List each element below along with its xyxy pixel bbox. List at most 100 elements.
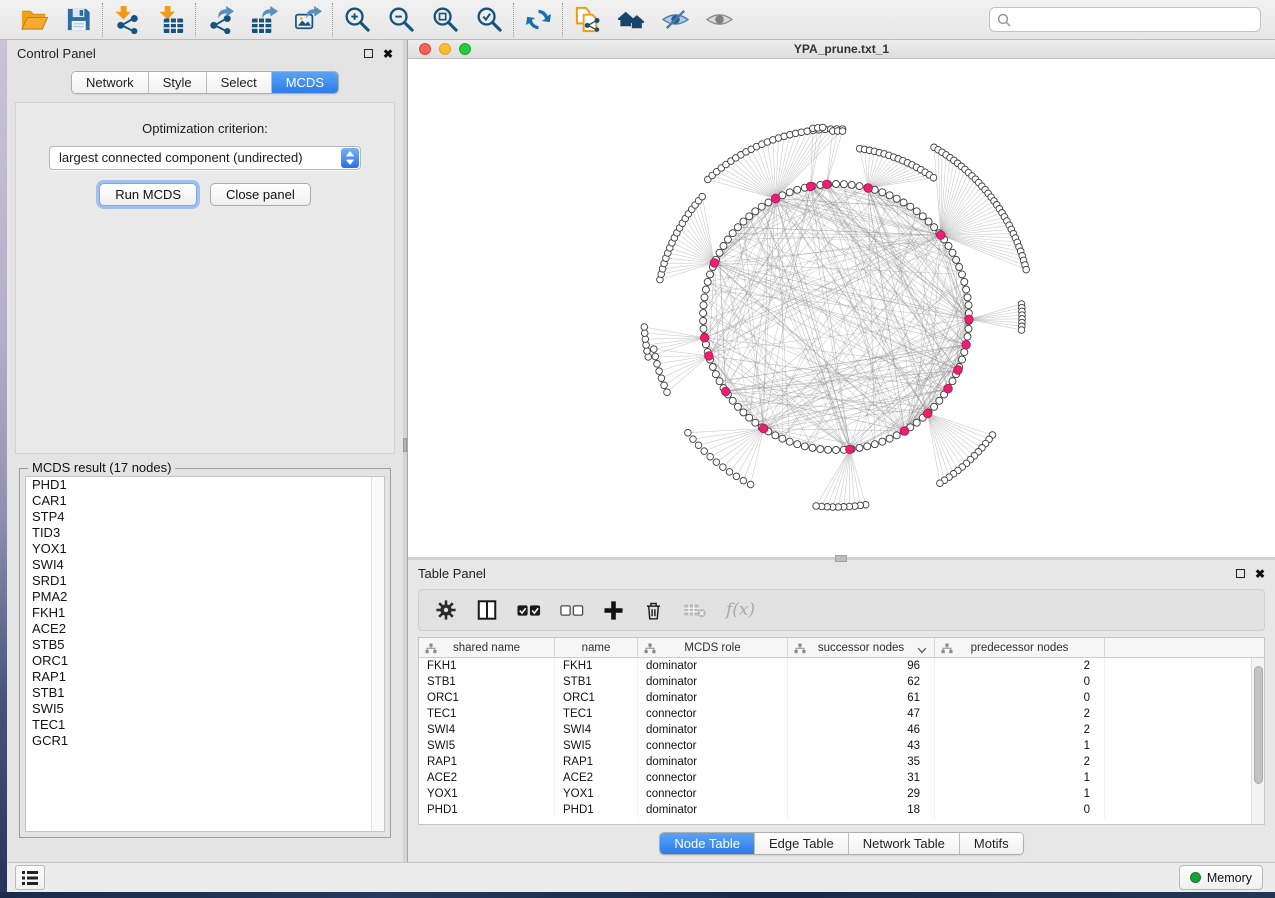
delete-icon[interactable] (643, 597, 664, 623)
mcds-result-item[interactable]: YOX1 (26, 541, 384, 557)
table-row[interactable]: STB1STB1dominator620 (419, 674, 1251, 690)
cell-name: TEC1 (555, 706, 638, 722)
show-all-icon[interactable] (704, 5, 734, 35)
zoom-selected-icon[interactable] (474, 5, 504, 35)
select-all-icon[interactable] (517, 597, 541, 623)
column-header-MCDS-role[interactable]: MCDS role (638, 638, 788, 658)
mcds-result-item[interactable]: ORC1 (26, 653, 384, 669)
run-mcds-button[interactable]: Run MCDS (99, 183, 197, 206)
export-network-icon[interactable] (205, 5, 235, 35)
memory-label: Memory (1207, 871, 1252, 885)
table-row[interactable]: PHD1PHD1dominator180 (419, 802, 1251, 818)
mcds-result-item[interactable]: ACE2 (26, 621, 384, 637)
mcds-result-item[interactable]: RAP1 (26, 669, 384, 685)
mcds-result-item[interactable]: SRD1 (26, 573, 384, 589)
tab-node-table[interactable]: Node Table (660, 833, 755, 854)
import-network-icon[interactable] (112, 5, 142, 35)
vertical-splitter[interactable] (403, 40, 407, 862)
mcds-result-list[interactable]: PHD1CAR1STP4TID3YOX1SWI4SRD1PMA2FKH1ACE2… (25, 476, 385, 832)
sort-desc-icon[interactable] (917, 645, 927, 657)
cell-MCDS-role: connector (638, 706, 788, 722)
close-panel-button[interactable]: Close panel (210, 183, 311, 206)
column-header-successor-nodes[interactable]: successor nodes (788, 638, 935, 658)
function-icon[interactable]: f(x) (726, 597, 755, 623)
tab-motifs[interactable]: Motifs (960, 833, 1023, 854)
tab-network-table[interactable]: Network Table (849, 833, 960, 854)
table-row[interactable]: SWI5SWI5connector431 (419, 738, 1251, 754)
mcds-result-item[interactable]: SWI5 (26, 701, 384, 717)
mcds-result-item[interactable]: CAR1 (26, 493, 384, 509)
table-scrollbar[interactable] (1251, 658, 1264, 824)
mcds-result-item[interactable]: STB1 (26, 685, 384, 701)
splitter-grip[interactable] (835, 555, 847, 562)
cell-successor-nodes: 31 (788, 770, 935, 786)
zoom-fit-icon[interactable] (430, 5, 460, 35)
close-panel-icon[interactable]: ✖ (1255, 568, 1265, 580)
mcds-result-item[interactable]: GCR1 (26, 733, 384, 749)
new-network-from-selection-icon[interactable] (572, 5, 602, 35)
memory-button[interactable]: Memory (1179, 865, 1263, 890)
deselect-all-icon[interactable] (560, 597, 584, 623)
horizontal-splitter[interactable] (408, 557, 1275, 560)
cell-predecessor-nodes: 1 (935, 738, 1105, 754)
import-table-icon[interactable] (156, 5, 186, 35)
tab-network[interactable]: Network (72, 72, 149, 93)
open-file-icon[interactable] (19, 5, 49, 35)
cell-successor-nodes: 61 (788, 690, 935, 706)
mcds-result-item[interactable]: FKH1 (26, 605, 384, 621)
network-canvas[interactable] (408, 59, 1275, 557)
task-history-button[interactable] (15, 865, 45, 890)
first-neighbors-icon[interactable] (616, 5, 646, 35)
cell-successor-nodes: 43 (788, 738, 935, 754)
mcds-result-item[interactable]: TID3 (26, 525, 384, 541)
table-row[interactable]: ORC1ORC1dominator610 (419, 690, 1251, 706)
splitter-grip[interactable] (403, 438, 407, 452)
float-panel-icon[interactable] (364, 49, 373, 58)
mcds-result-item[interactable]: STP4 (26, 509, 384, 525)
save-icon[interactable] (63, 5, 93, 35)
mcds-result-item[interactable]: PMA2 (26, 589, 384, 605)
column-header-shared-name[interactable]: shared name (419, 638, 555, 658)
mcds-result-item[interactable]: SWI4 (26, 557, 384, 573)
export-table-icon[interactable] (249, 5, 279, 35)
table-row[interactable]: SWI4SWI4dominator462 (419, 722, 1251, 738)
mcds-list-scrollbar[interactable] (371, 477, 384, 831)
add-icon[interactable] (603, 597, 624, 623)
status-bar: Memory (7, 862, 1275, 892)
cell-MCDS-role: connector (638, 786, 788, 802)
network-graph[interactable] (408, 59, 1274, 554)
table-row[interactable]: RAP1RAP1dominator352 (419, 754, 1251, 770)
search-input[interactable] (1011, 13, 1253, 27)
gear-icon[interactable] (435, 597, 457, 623)
tab-style[interactable]: Style (149, 72, 207, 93)
mcds-result-item[interactable]: STB5 (26, 637, 384, 653)
criterion-select[interactable]: largest connected component (undirected) (49, 146, 361, 170)
export-image-icon[interactable] (293, 5, 323, 35)
table-row[interactable]: YOX1YOX1connector291 (419, 786, 1251, 802)
float-panel-icon[interactable] (1236, 569, 1245, 578)
delete-table-icon[interactable] (683, 597, 707, 623)
tab-mcds[interactable]: MCDS (272, 72, 338, 93)
attribute-type-icon (794, 643, 806, 657)
column-header-predecessor-nodes[interactable]: predecessor nodes (935, 638, 1105, 658)
close-panel-icon[interactable]: ✖ (383, 48, 393, 60)
zoom-in-icon[interactable] (342, 5, 372, 35)
mcds-result-item[interactable]: PHD1 (26, 477, 384, 493)
column-header-name[interactable]: name (555, 638, 638, 658)
table-row[interactable]: ACE2ACE2connector311 (419, 770, 1251, 786)
table-row[interactable]: TEC1TEC1connector472 (419, 706, 1251, 722)
search-box[interactable] (989, 7, 1261, 32)
zoom-out-icon[interactable] (386, 5, 416, 35)
refresh-icon[interactable] (523, 5, 553, 35)
table-row[interactable]: FKH1FKH1dominator962 (419, 658, 1251, 674)
column-icon[interactable] (476, 597, 498, 623)
tab-edge-table[interactable]: Edge Table (755, 833, 849, 854)
network-titlebar[interactable]: YPA_prune.txt_1 (408, 40, 1275, 59)
scrollbar-thumb[interactable] (1254, 666, 1263, 784)
hide-selected-icon[interactable] (660, 5, 690, 35)
list-icon (20, 869, 40, 887)
cell-name: SWI5 (555, 738, 638, 754)
mcds-result-item[interactable]: TEC1 (26, 717, 384, 733)
tab-select[interactable]: Select (207, 72, 272, 93)
search-icon (997, 13, 1011, 27)
